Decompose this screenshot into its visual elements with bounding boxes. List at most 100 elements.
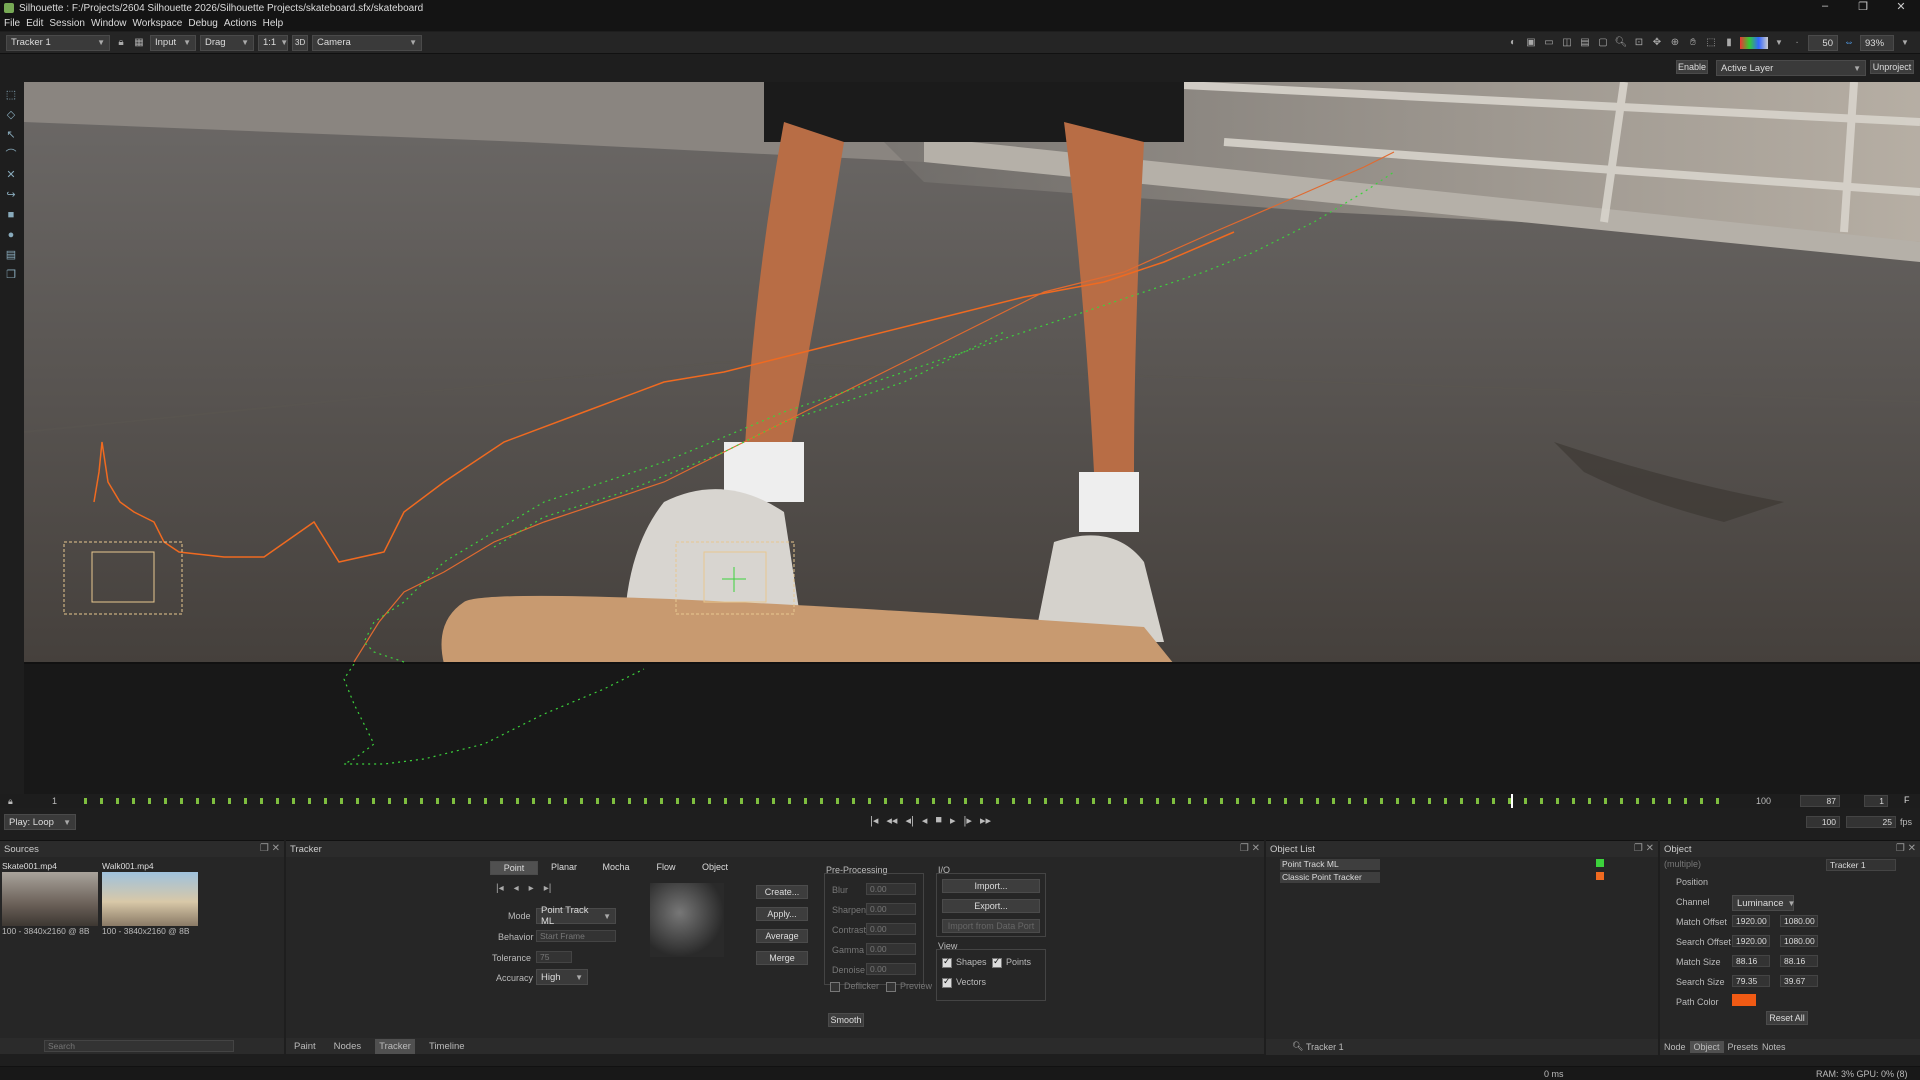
menu-actions[interactable]: Actions <box>224 18 257 29</box>
close-icon[interactable]: ❐ ✕ <box>1896 843 1916 854</box>
paint-tool-icon[interactable]: ▤ <box>4 248 18 262</box>
next-key-icon[interactable]: ▸▸ <box>980 814 991 827</box>
toggle-icon[interactable]: ◐ <box>1506 36 1520 50</box>
ratio-select[interactable]: 1:1 ▼ <box>258 34 288 51</box>
camera-icon[interactable]: ▣ <box>1524 36 1538 50</box>
reset-all-button[interactable]: Reset All <box>1766 1011 1808 1025</box>
menu-debug[interactable]: Debug <box>188 18 217 29</box>
hand-icon[interactable]: ✋︎ <box>1686 36 1700 50</box>
tab-flow[interactable]: Flow <box>644 861 688 875</box>
tab-paint[interactable]: Paint <box>290 1039 320 1054</box>
3d-toggle[interactable]: 3D <box>292 34 308 51</box>
match-offset-x[interactable]: 1920.00 <box>1732 915 1770 927</box>
ellipse-tool-icon[interactable]: ● <box>4 228 18 242</box>
behavior-select[interactable]: Start Frame <box>536 930 616 942</box>
drag-mode-select[interactable]: Drag ▼ <box>200 34 254 51</box>
import-button[interactable]: Import... <box>942 879 1040 893</box>
grid-icon[interactable]: ▦ <box>132 36 146 50</box>
rectangle-tool-icon[interactable]: ■ <box>4 208 18 222</box>
pointer-tool-icon[interactable]: ↖ <box>4 128 18 142</box>
menu-window[interactable]: Window <box>91 18 127 29</box>
object-list-item[interactable]: Point Track ML <box>1280 859 1380 870</box>
layers-tool-icon[interactable]: ❐ <box>4 268 18 282</box>
zoom-icon[interactable]: 🔍︎ <box>1614 36 1628 50</box>
tab-object[interactable]: Object <box>1689 1041 1724 1053</box>
tab-planar[interactable]: Planar <box>540 861 588 875</box>
node-select[interactable]: Tracker 1 ▼ <box>6 34 110 51</box>
safe-area-icon[interactable]: ▢ <box>1596 36 1610 50</box>
tab-tracker[interactable]: Tracker <box>375 1038 415 1054</box>
target-icon[interactable]: ⊕ <box>1668 36 1682 50</box>
exposure-field[interactable]: 50 <box>1808 35 1838 51</box>
gamma-field[interactable]: 0.00 <box>866 943 916 955</box>
bezier-tool-icon[interactable]: ↪ <box>4 188 18 202</box>
fullscreen-icon[interactable]: F <box>1904 795 1910 805</box>
playmode-select[interactable]: Play: Loop ▼ <box>4 814 76 830</box>
step-backward-icon[interactable]: ◂ <box>514 883 519 894</box>
preview-checkbox[interactable]: Preview <box>886 981 932 992</box>
out-frame-field[interactable]: 100 <box>1806 816 1840 828</box>
center-icon[interactable]: ✥ <box>1650 36 1664 50</box>
source-item[interactable]: Walk001.mp4 100 - 3840x2160 @ 8B <box>102 861 198 936</box>
bspline-tool-icon[interactable]: ⌒ <box>4 148 18 162</box>
enable-button[interactable]: Enable <box>1676 60 1708 74</box>
average-button[interactable]: Average <box>756 929 808 943</box>
select-tool-icon[interactable]: ⬚ <box>4 88 18 102</box>
close-icon[interactable]: ❐ ✕ <box>1634 843 1654 854</box>
tab-timeline[interactable]: Timeline <box>425 1039 469 1054</box>
step-field[interactable]: 1 <box>1864 795 1888 807</box>
blur-field[interactable]: 0.00 <box>866 883 916 895</box>
match-size-x[interactable]: 88.16 <box>1732 955 1770 967</box>
fit-icon[interactable]: ⊡ <box>1632 36 1646 50</box>
lock-icon[interactable]: 🔒︎ <box>8 796 13 807</box>
tab-presets[interactable]: Presets <box>1728 1042 1759 1052</box>
menu-session[interactable]: Session <box>49 18 85 29</box>
transform-tool-icon[interactable]: ◇ <box>4 108 18 122</box>
fps-field[interactable]: 25 <box>1846 816 1896 828</box>
menu-workspace[interactable]: Workspace <box>133 18 183 29</box>
match-offset-y[interactable]: 1080.00 <box>1780 915 1818 927</box>
denoise-field[interactable]: 0.00 <box>866 963 916 975</box>
object-list-item[interactable]: Classic Point Tracker <box>1280 872 1380 883</box>
step-forward-icon[interactable]: |▸ <box>964 814 972 827</box>
step-forward-icon[interactable]: ▸ <box>529 883 534 894</box>
go-to-start-icon[interactable]: |◂ <box>870 814 878 827</box>
tolerance-field[interactable]: 75 <box>536 951 572 963</box>
viewer-canvas[interactable] <box>24 82 1920 664</box>
export-button[interactable]: Export... <box>942 899 1040 913</box>
maximize-button[interactable]: ❐ <box>1844 0 1882 13</box>
channel-select[interactable]: Luminance ▼ <box>1732 895 1795 911</box>
menu-edit[interactable]: Edit <box>26 18 43 29</box>
search-offset-x[interactable]: 1920.00 <box>1732 935 1770 947</box>
gamma-icon[interactable]: ∙ <box>1790 36 1804 50</box>
path-color-swatch[interactable] <box>1732 994 1756 1006</box>
camera-select[interactable]: Camera ▼ <box>312 34 422 51</box>
current-frame-field[interactable]: 87 <box>1800 795 1840 807</box>
roi-icon[interactable]: ⬚ <box>1704 36 1718 50</box>
stop-icon[interactable]: ■ <box>935 814 942 827</box>
sharpen-field[interactable]: 0.00 <box>866 903 916 915</box>
tab-nodes[interactable]: Nodes <box>330 1039 365 1054</box>
play-reverse-icon[interactable]: ◂ <box>922 814 928 827</box>
merge-button[interactable]: Merge <box>756 951 808 965</box>
timeline-bar[interactable]: 🔒︎ 1 100 87 1 F <box>0 794 1920 808</box>
active-layer-select[interactable]: Active Layer ▼ <box>1716 60 1866 76</box>
tab-object[interactable]: Object <box>690 861 740 875</box>
playhead[interactable] <box>1510 794 1513 808</box>
color-picker-icon[interactable]: ▮ <box>1722 36 1736 50</box>
view-select[interactable]: Input ▼ <box>150 34 196 51</box>
menu-help[interactable]: Help <box>263 18 284 29</box>
chevron-down-icon[interactable]: ▼ <box>1772 36 1786 50</box>
object-name-field[interactable]: Tracker 1 <box>1826 859 1896 871</box>
source-item[interactable]: Skate001.mp4 100 - 3840x2160 @ 8B <box>2 861 98 936</box>
accuracy-select[interactable]: High ▼ <box>536 969 588 985</box>
vectors-checkbox[interactable]: Vectors <box>942 976 986 988</box>
close-button[interactable]: ✕ <box>1882 0 1920 13</box>
zoom-field[interactable]: 93% <box>1860 35 1894 51</box>
menu-file[interactable]: File <box>4 18 20 29</box>
overlay-icon[interactable]: ▤ <box>1578 36 1592 50</box>
split-icon[interactable]: ◫ <box>1560 36 1574 50</box>
smooth-button[interactable]: Smooth <box>828 1013 864 1027</box>
mode-select[interactable]: Point Track ML ▼ <box>536 905 616 927</box>
match-size-y[interactable]: 88.16 <box>1780 955 1818 967</box>
